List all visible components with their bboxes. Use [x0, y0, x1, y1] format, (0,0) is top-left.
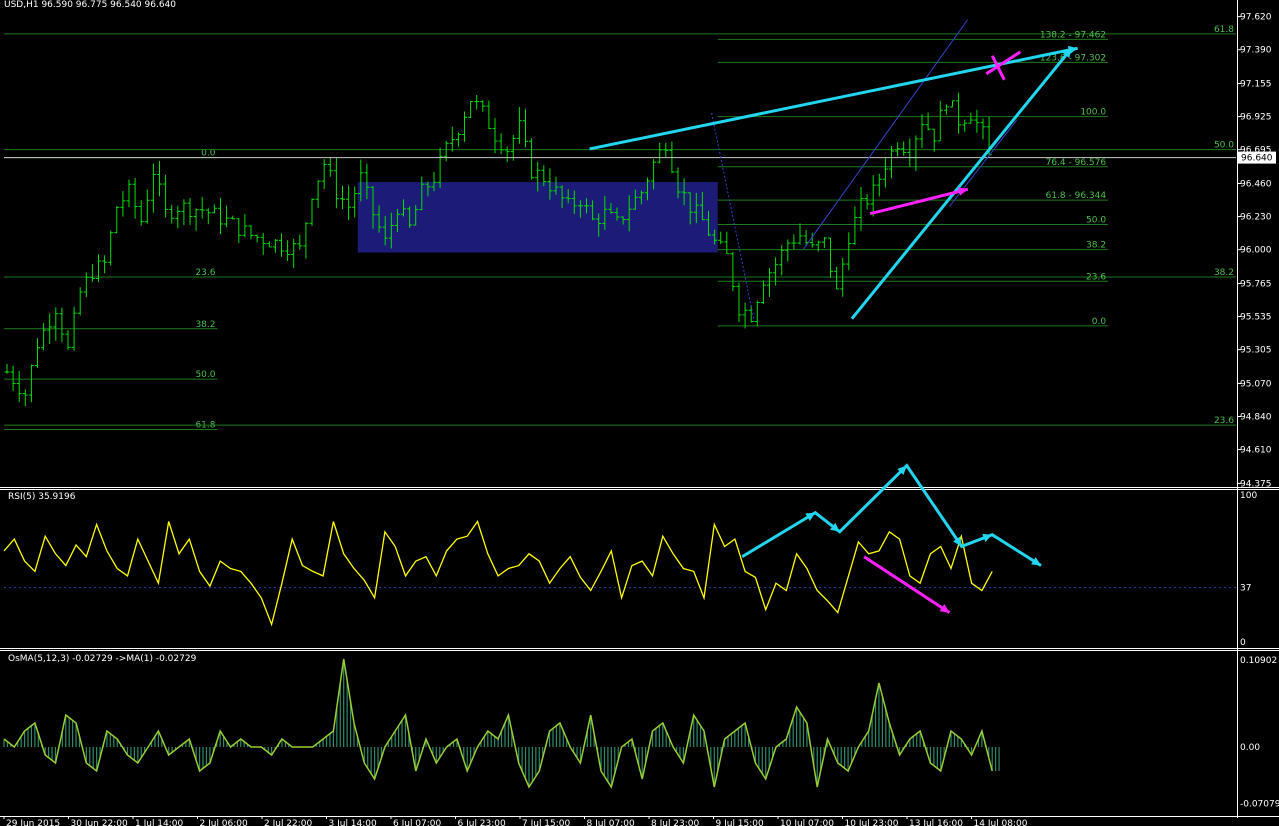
price-tick-label: 97.620	[1240, 13, 1272, 23]
fib-right-label: 38.2	[1086, 241, 1106, 251]
price-tick-label: 94.840	[1240, 413, 1272, 423]
time-tick-label: 10 Jul 07:00	[780, 819, 834, 826]
price-tick-label: 95.535	[1240, 313, 1272, 323]
time-tick-label: 29 Jun 2015	[6, 819, 60, 826]
fib-right-label: 76.4 - 96.576	[1046, 158, 1107, 168]
fib-right-label: 138.2 - 97.462	[1040, 30, 1106, 40]
rsi-tick-label: 100	[1240, 491, 1257, 501]
fib-right-label: 100.0	[1080, 108, 1106, 118]
osma-signal-line	[3, 658, 993, 789]
time-tick-label: 30 Jun 22:00	[71, 819, 128, 826]
price-tick-label: 96.000	[1240, 246, 1272, 256]
time-tick-label: 6 Jul 23:00	[458, 819, 507, 826]
time-tick-label: 3 Jul 14:00	[329, 819, 378, 826]
time-tick-label: 6 Jul 07:00	[393, 819, 442, 826]
price-tick-label: 97.155	[1240, 80, 1272, 90]
price-tick-label: 95.765	[1240, 279, 1272, 289]
time-tick-label: 1 Jul 14:00	[135, 819, 184, 826]
fib-wide-label: 23.6	[1214, 416, 1234, 426]
price-tick-label: 96.925	[1240, 113, 1272, 123]
osma-tick-label: 0.10902	[1240, 656, 1277, 666]
fib-left-label: 38.2	[195, 320, 215, 330]
fib-wide-label: 38.2	[1214, 268, 1234, 278]
chart-canvas: 97.62097.39097.15596.92596.69596.46096.2…	[0, 0, 1279, 826]
fib-wide-label: 61.8	[1214, 25, 1234, 35]
price-tick-label: 94.610	[1240, 446, 1272, 456]
rsi-line	[3, 520, 993, 627]
price-tick-label: 95.305	[1240, 346, 1272, 356]
time-tick-label: 2 Jul 06:00	[200, 819, 249, 826]
price-tick-label: 95.070	[1240, 379, 1272, 389]
consolidation-zone	[357, 182, 718, 253]
time-tick-label: 9 Jul 15:00	[716, 819, 765, 826]
rsi-tick-label: 37	[1240, 584, 1251, 594]
time-tick-label: 10 Jul 23:00	[845, 819, 899, 826]
fib-right-label: 61.8 - 96.344	[1046, 191, 1107, 201]
price-tick-label: 97.390	[1240, 46, 1272, 56]
price-tick-label: 94.375	[1240, 479, 1272, 489]
osma-tick-label: -0.07079	[1240, 800, 1279, 810]
fib-right-label: 0.0	[1092, 317, 1107, 327]
current-price-label: 96.640	[1241, 154, 1273, 164]
rsi-cyan-wave	[741, 463, 1042, 567]
fib-right-label: 50.0	[1086, 215, 1106, 225]
fib-wide-label: 50.0	[1214, 141, 1234, 151]
channel-upper-line	[802, 19, 969, 250]
time-tick-label: 2 Jul 22:00	[264, 819, 313, 826]
fib-left-label: 50.0	[195, 370, 215, 380]
osma-tick-label: 0.00	[1240, 743, 1260, 753]
time-tick-label: 8 Jul 23:00	[651, 819, 700, 826]
time-tick-label: 8 Jul 07:00	[587, 819, 636, 826]
time-tick-label: 7 Jul 15:00	[522, 819, 571, 826]
fib-right-label: 23.6	[1086, 272, 1106, 282]
rsi-tick-label: 0	[1240, 638, 1246, 648]
time-tick-label: 14 Jul 08:00	[974, 819, 1028, 826]
price-tick-label: 96.230	[1240, 213, 1272, 223]
price-tick-label: 96.460	[1240, 179, 1272, 189]
time-tick-label: 13 Jul 16:00	[909, 819, 963, 826]
